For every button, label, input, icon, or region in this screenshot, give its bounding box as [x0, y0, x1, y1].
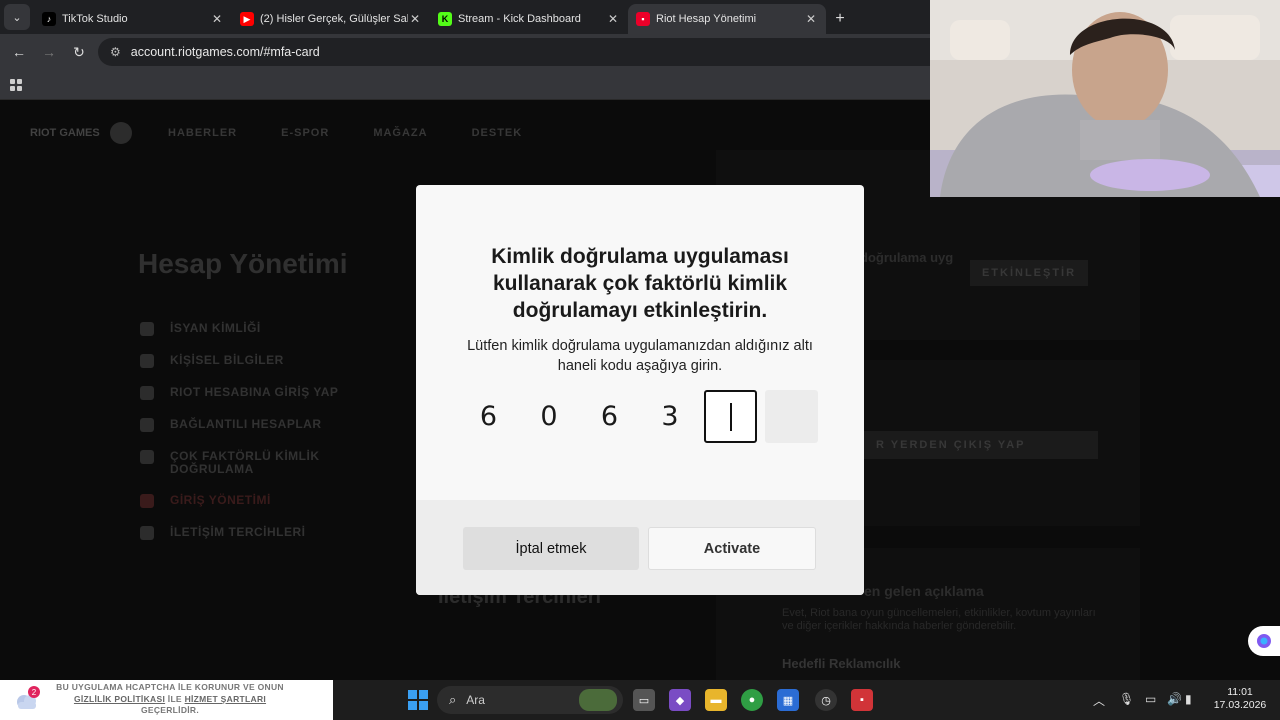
otp-digit-3[interactable]: 6 [583, 390, 636, 443]
otp-digit-6[interactable] [764, 390, 818, 443]
clock-time: 11:01 [1227, 686, 1253, 698]
widgets-icon[interactable] [579, 689, 617, 711]
tab-title: TikTok Studio [62, 13, 128, 25]
tiktok-icon: ♪ [42, 12, 56, 26]
modal-title: Kimlik doğrulama uygulaması kullanarak ç… [491, 245, 789, 322]
kick-icon: K [438, 12, 452, 26]
otp-digit-2[interactable]: 0 [523, 390, 576, 443]
otp-digit-5[interactable] [704, 390, 757, 443]
system-clock[interactable]: 11:01 17.03.2026 [1200, 686, 1280, 712]
notification-badge: 2 [28, 686, 40, 698]
apps-grid-icon[interactable] [10, 78, 22, 91]
network-icon[interactable]: ▭ [1145, 692, 1156, 706]
hcaptcha-text: BU UYGULAMA HCAPTCHA İLE KORUNUR VE ONUN… [40, 682, 300, 717]
volume-icon[interactable]: 🔊 [1167, 692, 1182, 706]
hcaptcha-line: GEÇERLİDİR. [140, 705, 200, 715]
copilot-icon [1257, 634, 1271, 648]
hcaptcha-line: BU UYGULAMA HCAPTCHA İLE KORUNUR VE ONUN [56, 682, 284, 692]
store-icon[interactable]: ▦ [777, 689, 799, 711]
otp-code-input: 6 0 6 3 [462, 390, 825, 443]
back-icon[interactable]: ← [4, 37, 34, 67]
webcam-overlay [930, 0, 1280, 197]
forward-icon[interactable]: → [34, 37, 64, 67]
copilot-icon[interactable]: ◆ [669, 689, 691, 711]
new-tab-button[interactable]: + [826, 4, 854, 34]
clock-date: 17.03.2026 [1213, 699, 1267, 711]
tab-youtube[interactable]: ▶ (2) Hisler Gerçek, Gülüşler Sahte ✕ [232, 4, 430, 34]
otp-digit-1[interactable]: 6 [462, 390, 515, 443]
microphone-icon[interactable]: 🎙 [1119, 692, 1134, 706]
tab-title: Riot Hesap Yönetimi [656, 13, 757, 25]
windows-taskbar: ⌕ Ara ▭ ◆ ▬ ● ▦ ◷ ▪ ︿ 🎙 ▭ 🔊 ▮ 11:01 17.0… [333, 680, 1280, 720]
reload-icon[interactable]: ↻ [64, 37, 94, 67]
site-info-icon[interactable]: ⚙ [110, 45, 121, 59]
text-caret [729, 402, 732, 431]
file-explorer-icon[interactable]: ▬ [705, 689, 727, 711]
youtube-icon: ▶ [240, 12, 254, 26]
battery-icon[interactable]: ▮ [1185, 692, 1192, 706]
tab-kick[interactable]: K Stream - Kick Dashboard ✕ [430, 4, 628, 34]
tab-title: Stream - Kick Dashboard [458, 13, 581, 25]
activate-button[interactable]: Activate [648, 527, 816, 570]
tab-title: (2) Hisler Gerçek, Gülüşler Sahte [260, 13, 408, 25]
cancel-button[interactable]: İptal etmek [463, 527, 639, 570]
close-icon[interactable]: ✕ [210, 12, 224, 26]
clock-app-icon[interactable]: ◷ [815, 689, 837, 711]
tab-tiktok[interactable]: ♪ TikTok Studio ✕ [34, 4, 232, 34]
close-icon[interactable]: ✕ [408, 12, 422, 26]
riot-icon: ▪ [636, 12, 650, 26]
hcaptcha-notice: 2 BU UYGULAMA HCAPTCHA İLE KORUNUR VE ON… [0, 680, 333, 720]
webcam-person-image [930, 0, 1280, 197]
mfa-setup-modal: Kimlik doğrulama uygulaması kullanarak ç… [416, 185, 864, 595]
search-placeholder: Ara [466, 693, 485, 707]
riot-client-icon[interactable]: ▪ [851, 689, 873, 711]
task-view-icon[interactable]: ▭ [633, 689, 655, 711]
search-icon: ⌕ [449, 692, 457, 707]
copilot-sidebar-icon[interactable] [1248, 626, 1280, 656]
tray-chevron-icon[interactable]: ︿ [1093, 692, 1105, 709]
hcaptcha-and: İLE [167, 693, 182, 704]
modal-subtitle: Lütfen kimlik doğrulama uygulamanızdan a… [467, 338, 813, 374]
close-icon[interactable]: ✕ [804, 12, 818, 26]
url-text: account.riotgames.com/#mfa-card [130, 45, 320, 59]
tab-riot[interactable]: ▪ Riot Hesap Yönetimi ✕ [628, 4, 826, 34]
chrome-icon[interactable]: ● [741, 689, 763, 711]
privacy-policy-link[interactable]: GİZLİLİK POLİTİKASI [74, 694, 165, 704]
otp-digit-4[interactable]: 3 [644, 390, 697, 443]
windows-start-icon[interactable] [408, 690, 428, 710]
tab-search-button[interactable]: ⌄ [4, 4, 30, 30]
terms-link[interactable]: HİZMET ŞARTLARI [185, 694, 266, 704]
close-icon[interactable]: ✕ [606, 12, 620, 26]
